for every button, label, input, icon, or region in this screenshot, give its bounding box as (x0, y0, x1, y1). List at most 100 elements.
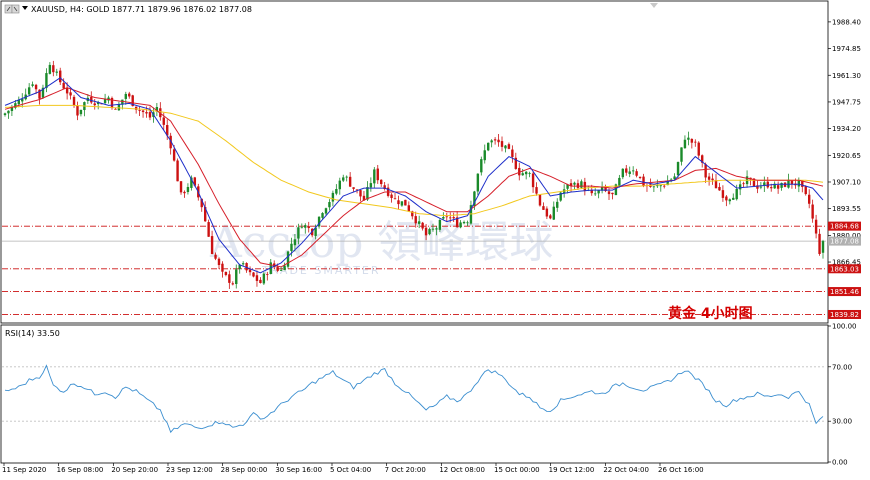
header-symbol: XAUUSD, H4: GOLD (31, 5, 109, 14)
candle (490, 139, 493, 148)
candle (224, 271, 228, 277)
candle (645, 183, 649, 192)
x-tick-label: 30 Sep 16:00 (275, 466, 322, 474)
candle (694, 139, 697, 147)
header: XAUUSD, H4: GOLD 1877.71 1879.96 1876.02… (4, 4, 252, 14)
y-tick-label: 1974.85 (832, 45, 861, 53)
candle (507, 142, 511, 150)
level-price-label: 1851.46 (828, 287, 861, 297)
candle (407, 201, 411, 213)
candle (628, 166, 631, 178)
candle (611, 192, 614, 200)
rsi-panel-frame (0, 324, 829, 464)
candle (787, 173, 790, 189)
candle (524, 170, 528, 180)
candle (580, 179, 583, 189)
candle (663, 184, 666, 189)
candle (514, 152, 518, 170)
candle (352, 187, 355, 192)
candle (690, 138, 694, 149)
candle (818, 228, 821, 256)
candle (24, 88, 27, 101)
price-label-text: 1839.82 (830, 311, 859, 319)
candle (480, 156, 483, 176)
candle (134, 106, 138, 114)
candle (680, 147, 683, 166)
rsi-levels (2, 366, 826, 422)
y-tick-label: 1907.10 (832, 178, 861, 186)
candle (345, 175, 348, 182)
candle (583, 177, 587, 196)
candle (369, 177, 373, 192)
x-tick-label: 7 Oct 20:00 (385, 466, 426, 474)
candle (573, 181, 576, 190)
y-tick-label: 1961.30 (832, 72, 861, 80)
price-label-text: 1877.08 (830, 238, 859, 246)
price-label-text: 1851.46 (830, 288, 859, 296)
level-price-label: 1863.03 (828, 264, 861, 274)
rsi-line (4, 364, 824, 434)
level-price-label: 1839.82 (828, 309, 861, 319)
candle (55, 68, 58, 76)
candle (59, 67, 62, 86)
candle (483, 144, 486, 164)
candle (335, 184, 338, 196)
candle (338, 177, 341, 195)
candle (638, 176, 642, 180)
candle (732, 193, 735, 200)
x-tick-label: 12 Oct 08:00 (439, 466, 485, 474)
candle (342, 174, 345, 183)
rsi-axis: 100.00 70.00 30.00 0.00 (828, 323, 857, 467)
candle (176, 158, 179, 182)
rsi-series-line (4, 364, 824, 434)
candle (528, 171, 531, 178)
scroll-marker-icon[interactable] (650, 3, 658, 8)
candle (531, 170, 535, 193)
candle (511, 145, 514, 163)
candle (21, 93, 24, 108)
rsi-tick-label: 100.00 (832, 323, 857, 331)
candle (390, 193, 393, 203)
header-ohlc: 1877.71 1879.96 1876.02 1877.08 (112, 5, 252, 14)
candle (773, 181, 776, 189)
candle (521, 168, 524, 176)
candle (328, 199, 331, 211)
candle (128, 91, 131, 99)
candle (707, 172, 711, 186)
price-label-text: 1863.03 (830, 265, 859, 273)
candle (742, 181, 745, 188)
candle (625, 165, 628, 176)
candle (207, 219, 210, 237)
candle (3, 112, 7, 117)
time-axis: 11 Sep 2020 16 Sep 08:00 20 Sep 20:00 23 Se… (2, 463, 704, 474)
y-tick-label: 1893.55 (832, 205, 861, 213)
rsi-tick-label: 30.00 (832, 418, 852, 426)
collapse-triangle-icon[interactable] (22, 6, 28, 10)
candle (169, 132, 172, 155)
y-tick-label: 1934.20 (832, 125, 861, 133)
candle (821, 239, 825, 259)
candle (52, 60, 55, 77)
candle (811, 199, 814, 223)
x-tick-label: 26 Oct 16:00 (658, 466, 704, 474)
candle (542, 202, 545, 210)
sell-buy-icon[interactable] (4, 4, 20, 14)
candle (359, 190, 362, 202)
rsi-panel: 100.00 70.00 30.00 0.00 RSI(14) 33.50 (0, 323, 857, 467)
candle (711, 173, 714, 185)
candle (631, 166, 635, 175)
rsi-tick-label: 0.00 (832, 459, 848, 467)
candle (45, 68, 48, 93)
candle (79, 109, 83, 117)
x-tick-label: 19 Oct 12:00 (549, 466, 595, 474)
candle (538, 193, 542, 207)
candle (141, 109, 145, 118)
y-tick-label: 1988.40 (832, 18, 861, 26)
rsi-tick-label: 70.00 (832, 363, 852, 371)
candle (814, 214, 818, 239)
candle (7, 110, 10, 119)
candle (766, 176, 769, 189)
x-tick-label: 20 Sep 20:00 (111, 466, 158, 474)
candle (404, 199, 407, 206)
candle (386, 183, 390, 198)
